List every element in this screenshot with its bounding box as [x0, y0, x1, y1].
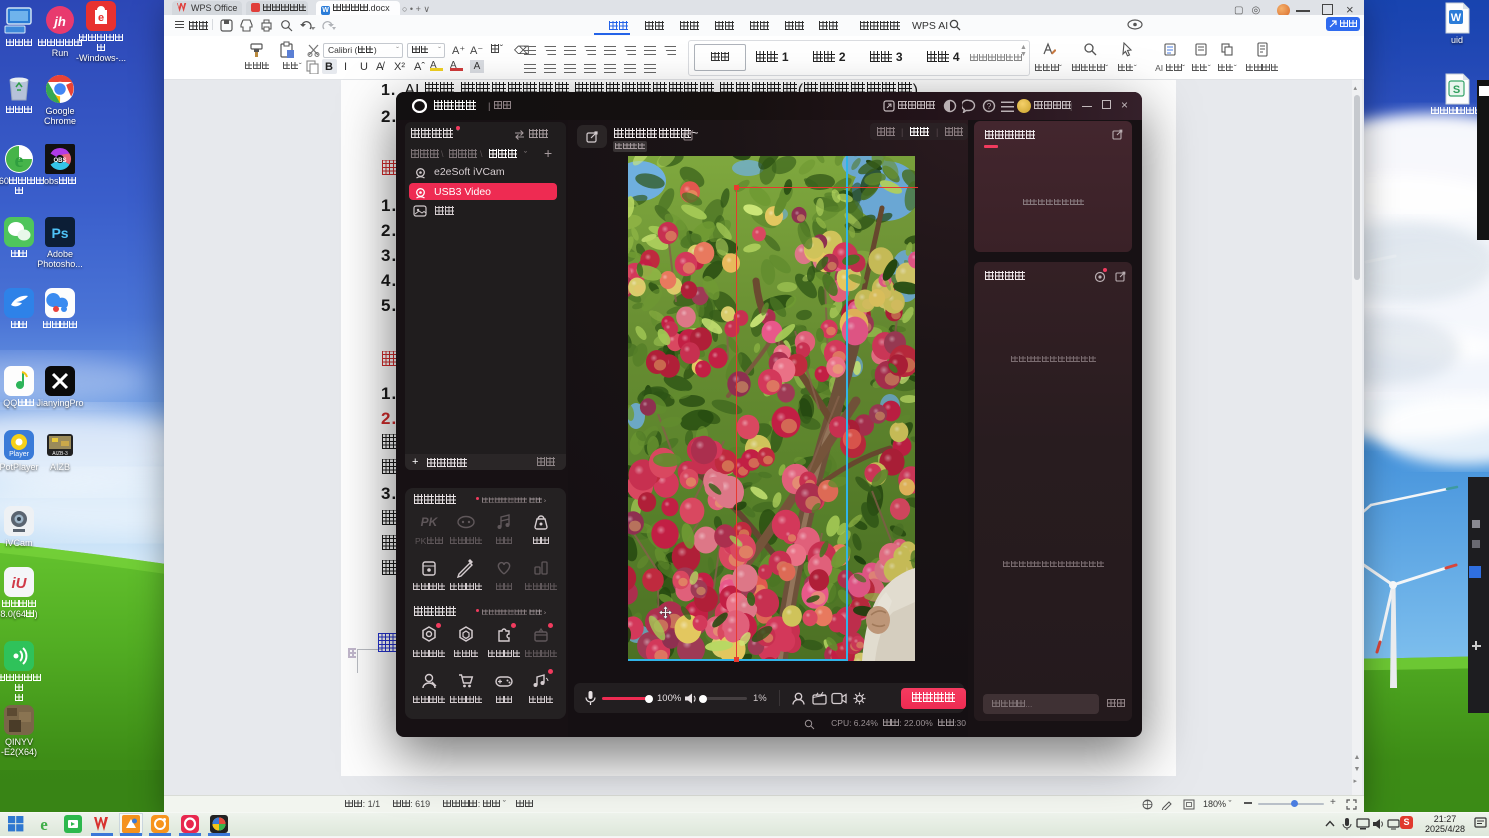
- svg-text:e: e: [15, 150, 24, 172]
- svg-text:PK: PK: [421, 515, 439, 529]
- svg-text:W: W: [1451, 12, 1462, 24]
- svg-text:iU: iU: [12, 575, 28, 592]
- svg-text:?: ?: [987, 102, 992, 111]
- svg-text:Player: Player: [9, 451, 30, 458]
- svg-text:S: S: [1453, 84, 1460, 96]
- svg-text:e: e: [98, 12, 104, 24]
- svg-text:AIZB-3: AIZB-3: [52, 451, 68, 457]
- svg-text:jh: jh: [52, 14, 66, 29]
- svg-text:OBS: OBS: [53, 158, 66, 164]
- svg-text:Ps: Ps: [51, 225, 68, 241]
- svg-text:e: e: [40, 815, 48, 833]
